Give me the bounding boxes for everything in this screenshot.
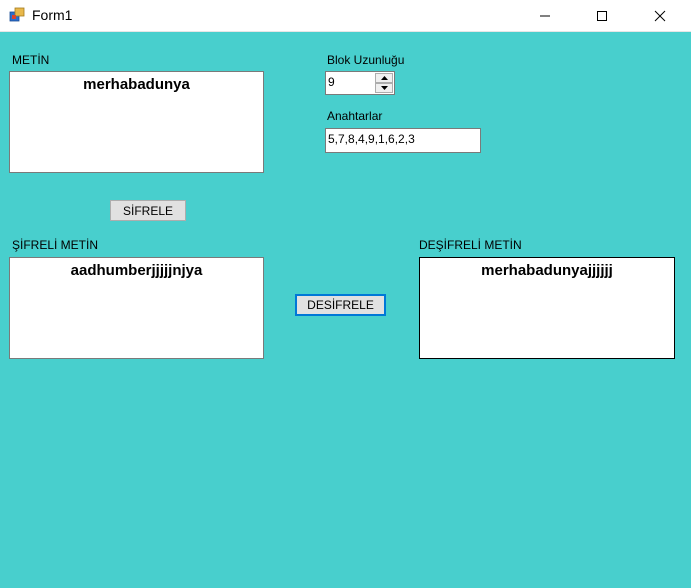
- metin-label: METİN: [12, 53, 50, 67]
- keys-input[interactable]: 5,7,8,4,9,1,6,2,3: [325, 128, 481, 153]
- minimize-button[interactable]: [522, 0, 568, 31]
- close-button[interactable]: [637, 0, 683, 31]
- encrypted-textbox[interactable]: aadhumberjjjjjnjya: [9, 257, 264, 359]
- block-length-spinner[interactable]: 9: [325, 71, 395, 95]
- spinner-down-button[interactable]: [375, 83, 393, 93]
- form-client-area: METİN merhabadunya Blok Uzunluğu 9 Anaht…: [0, 32, 691, 588]
- decrypted-label: DEŞİFRELİ METİN: [419, 238, 522, 252]
- spinner-up-button[interactable]: [375, 73, 393, 83]
- encrypt-button[interactable]: SİFRELE: [110, 200, 186, 221]
- decrypted-textbox[interactable]: merhabadunyajjjjjj: [419, 257, 675, 359]
- window-title: Form1: [32, 7, 73, 23]
- minimize-icon: [540, 15, 550, 16]
- maximize-button[interactable]: [579, 0, 625, 31]
- chevron-down-icon: [380, 86, 388, 90]
- metin-textbox[interactable]: merhabadunya: [9, 71, 264, 173]
- block-length-label: Blok Uzunluğu: [327, 53, 405, 67]
- chevron-up-icon: [380, 76, 388, 80]
- app-window-icon: [9, 7, 25, 22]
- block-length-value[interactable]: 9: [328, 75, 335, 89]
- title-bar[interactable]: Form1: [0, 0, 691, 32]
- maximize-icon: [597, 10, 607, 21]
- encrypted-label: ŞİFRELİ METİN: [12, 238, 99, 252]
- close-icon: [654, 10, 666, 21]
- decrypt-button[interactable]: DESİFRELE: [295, 294, 386, 316]
- keys-label: Anahtarlar: [327, 109, 383, 123]
